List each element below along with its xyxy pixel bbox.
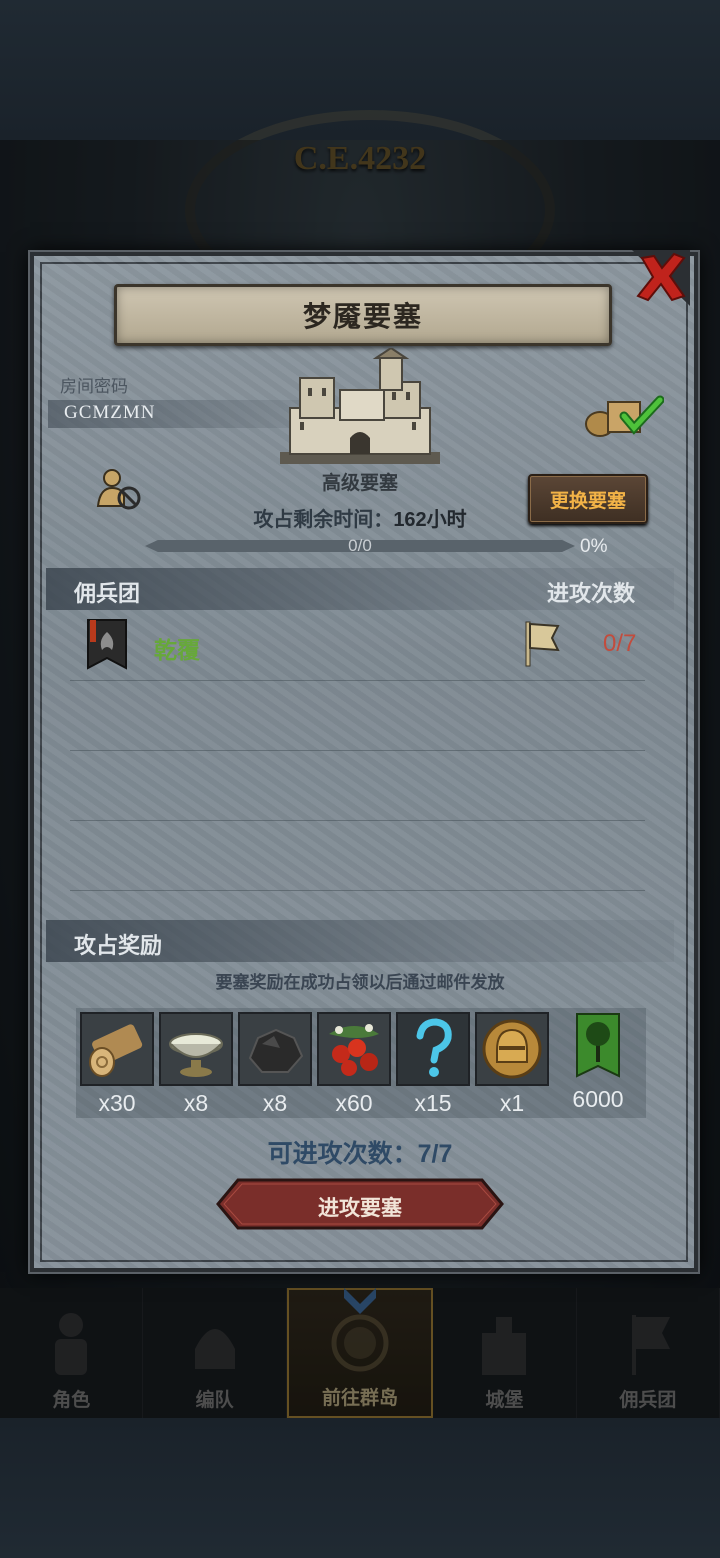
attacks-available: 可进攻次数：7/7 — [0, 1134, 720, 1170]
ore-rock-icon — [240, 1014, 310, 1084]
change-fortress-button[interactable]: 更换要塞 — [528, 474, 648, 524]
reward-item[interactable]: x8 — [238, 1012, 312, 1117]
reward-item[interactable]: x60 — [317, 1012, 391, 1117]
close-icon[interactable] — [632, 250, 690, 306]
legion-column-header: 佣兵团 — [74, 581, 141, 606]
fortress-castle-icon — [280, 348, 440, 464]
legion-name[interactable]: 乾覆 — [154, 631, 200, 665]
row-divider — [70, 890, 645, 891]
attacks-available-value: 7/7 — [417, 1140, 453, 1168]
attack-count-column-header: 进攻次数 — [547, 581, 636, 606]
reward-item[interactable]: x1 — [475, 1012, 549, 1117]
attacks-available-label: 可进攻次数： — [267, 1140, 418, 1168]
progress-text: 0/0 — [348, 536, 372, 555]
title-banner: 梦魇要塞 — [114, 284, 612, 346]
reward-qty: x1 — [499, 1090, 525, 1116]
time-remaining-label: 攻占剩余时间： — [253, 509, 394, 531]
reward-qty: x30 — [98, 1090, 136, 1116]
reward-item[interactable]: 6000 — [561, 1012, 635, 1113]
row-divider — [70, 750, 645, 751]
time-remaining-value: 162小时 — [393, 509, 467, 531]
reward-bag-check-icon — [585, 395, 664, 437]
reward-qty: 6000 — [572, 1086, 624, 1112]
gold-helmet-icon — [477, 1014, 547, 1084]
reward-item[interactable]: x15 — [396, 1012, 470, 1117]
room-password-label: 房间密码 — [60, 377, 128, 396]
rewards-header: 攻占奖励 — [74, 933, 163, 958]
legion-emblem-icon — [87, 619, 127, 670]
reward-item[interactable]: x30 — [80, 1012, 154, 1117]
reward-item[interactable]: x8 — [159, 1012, 233, 1117]
room-password-value[interactable]: GCMZMN — [64, 402, 156, 424]
tree-banner-icon — [576, 1013, 620, 1078]
attack-fortress-label: 进攻要塞 — [318, 1197, 402, 1220]
row-divider — [70, 680, 645, 681]
mystery-question-icon — [398, 1014, 468, 1084]
dialog-title: 梦魇要塞 — [302, 301, 423, 332]
berries-icon — [319, 1014, 389, 1084]
occupation-progress-bar: 0/0 — [145, 536, 575, 556]
reward-qty: x8 — [262, 1090, 288, 1116]
reward-qty: x8 — [183, 1090, 209, 1116]
flag-icon — [525, 621, 560, 667]
row-divider — [70, 820, 645, 821]
silver-bowl-icon — [161, 1014, 231, 1084]
rewards-note: 要塞奖励在成功占领以后通过邮件发放 — [215, 973, 505, 992]
letterbox-bottom — [0, 1418, 720, 1558]
progress-percent: 0% — [580, 536, 608, 557]
attack-fortress-button[interactable]: 进攻要塞 — [216, 1178, 504, 1230]
reward-qty: x15 — [414, 1090, 452, 1116]
reward-qty: x60 — [335, 1090, 373, 1116]
legion-attack-count: 0/7 — [603, 630, 637, 657]
wood-log-icon — [82, 1014, 152, 1084]
